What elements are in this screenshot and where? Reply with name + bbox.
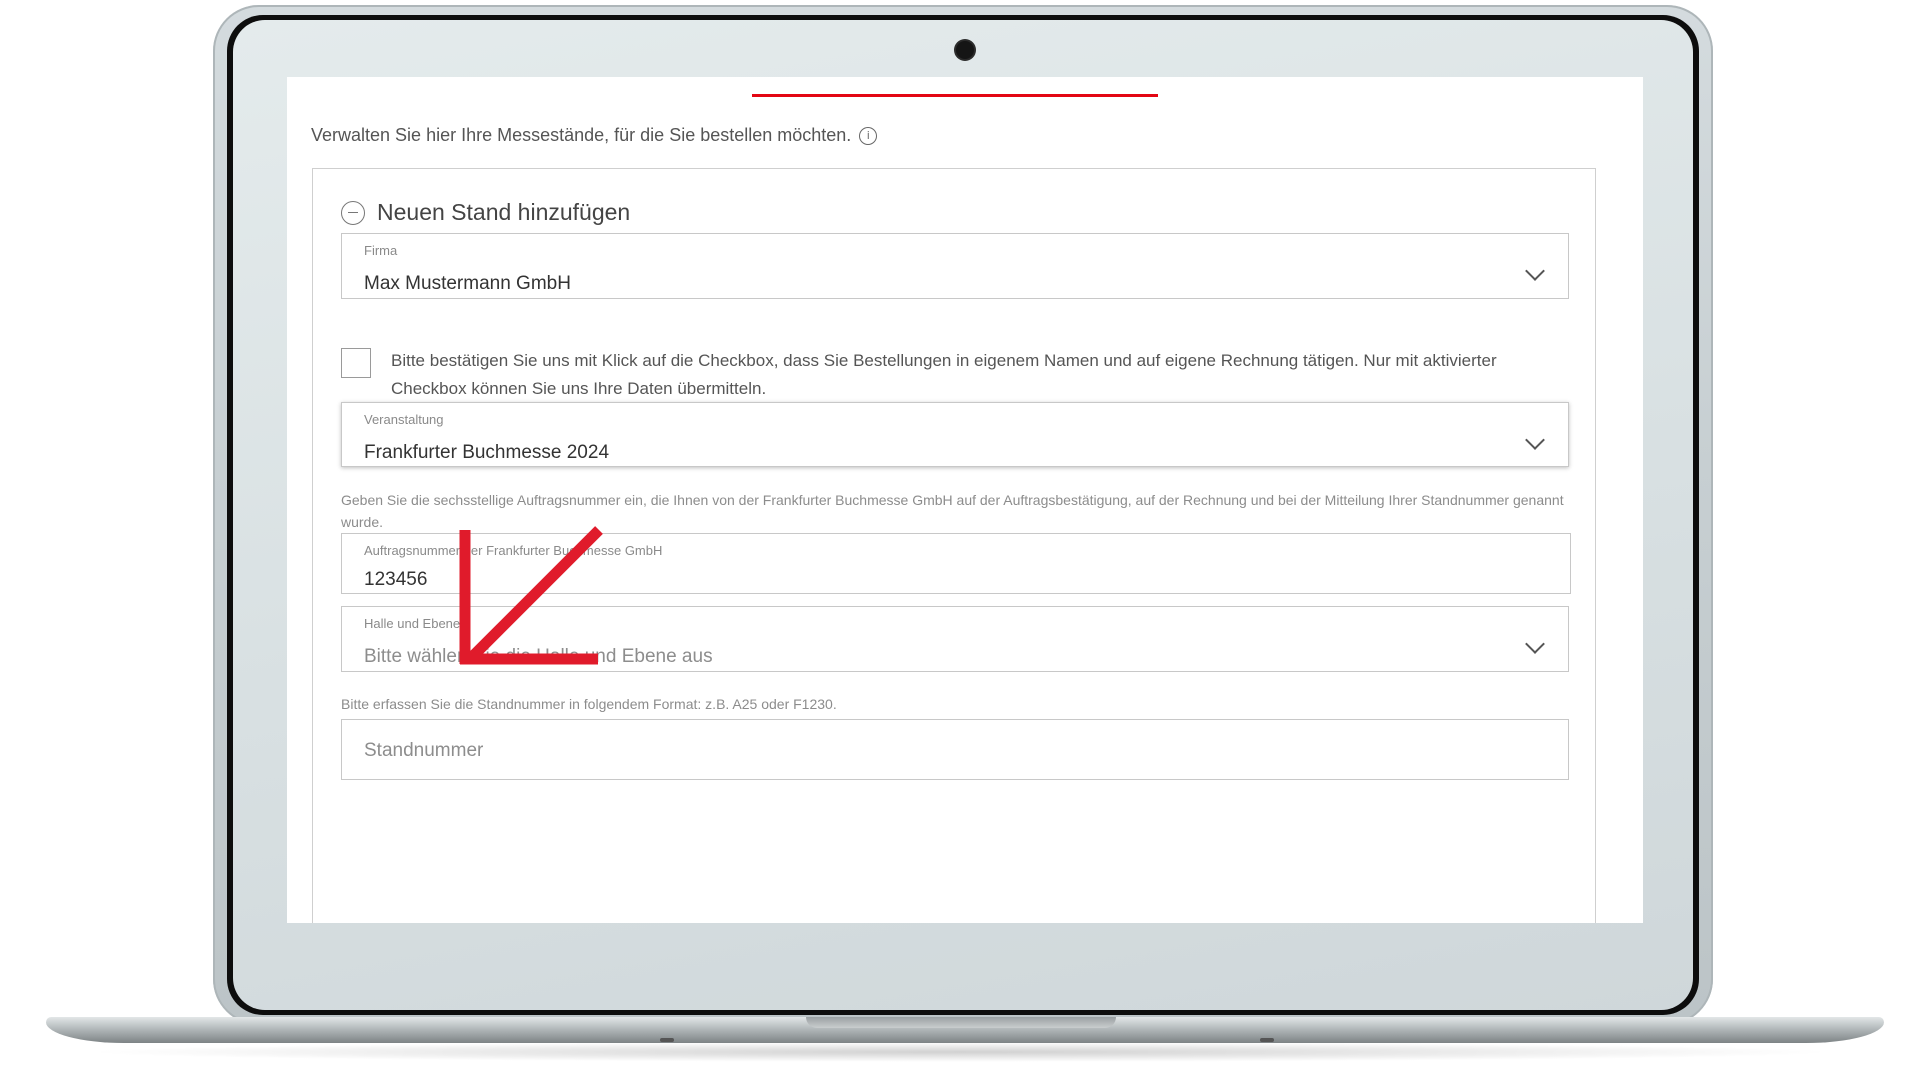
annotation-arrow-icon bbox=[459, 526, 603, 665]
